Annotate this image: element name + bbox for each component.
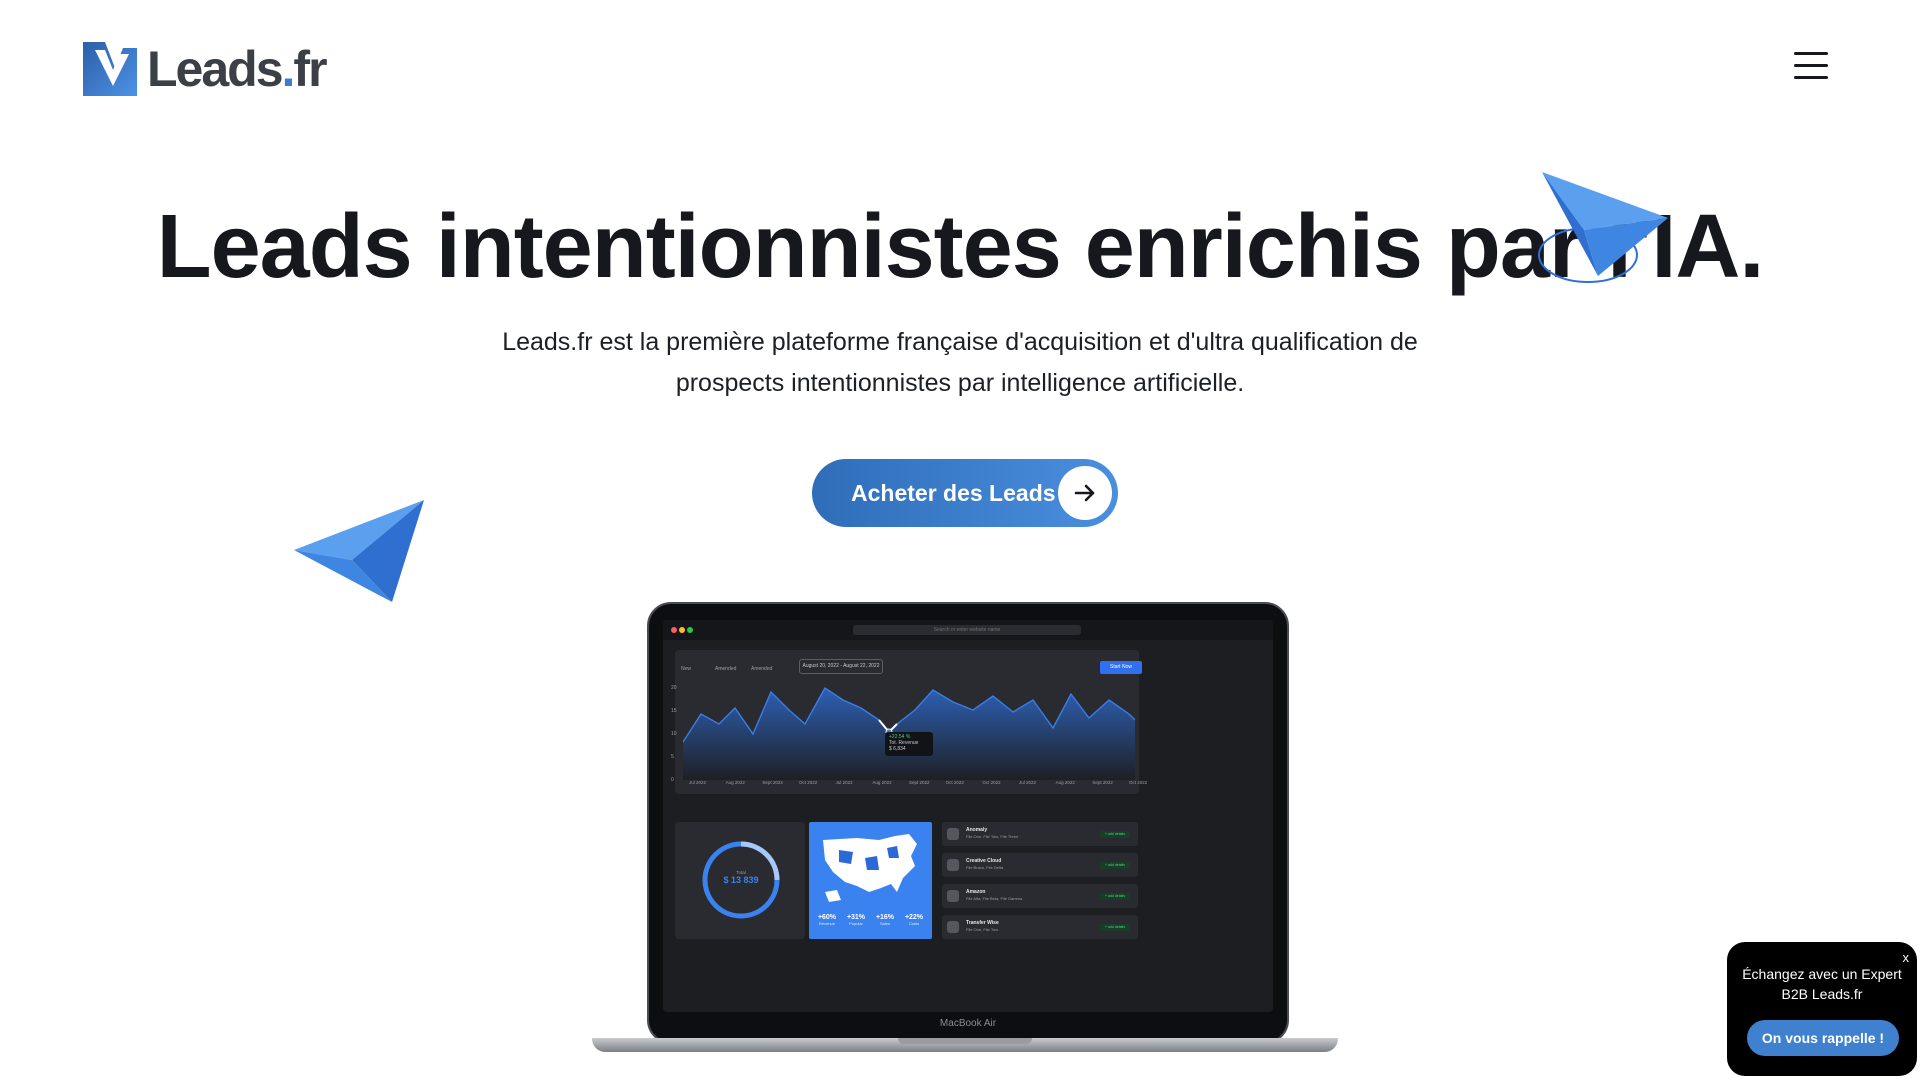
x-tick: Oct 2022 — [799, 780, 818, 785]
y-tick: 10 — [671, 731, 677, 737]
maximize-dot — [687, 627, 693, 633]
y-tick: 0 — [671, 777, 674, 783]
y-tick: 20 — [671, 685, 677, 691]
x-tick: Aug 2022 — [725, 780, 745, 785]
laptop-label: MacBook Air — [939, 1018, 997, 1029]
y-tick: 15 — [671, 708, 677, 714]
chat-widget: x Échangez avec un Expert B2B Leads.fr On… — [1727, 942, 1917, 1076]
x-tick: Aug 2022 — [1055, 780, 1075, 785]
hamburger-menu-icon[interactable] — [1794, 52, 1828, 80]
browser-url-bar: Search or enter website name — [853, 625, 1081, 635]
laptop-notch — [898, 1038, 1032, 1044]
close-icon[interactable]: x — [1903, 950, 1910, 965]
callback-button[interactable]: On vous rappelle ! — [1747, 1020, 1899, 1056]
chat-message: Échangez avec un Expert B2B Leads.fr — [1742, 966, 1902, 1002]
area-chart — [683, 686, 1135, 780]
app-icon — [947, 921, 959, 933]
x-tick: Sept 2022 — [1092, 780, 1113, 785]
buy-leads-button[interactable]: Acheter des Leads — [812, 459, 1118, 527]
x-tick: Jul 2022 — [1019, 780, 1037, 785]
hero-subtitle: Leads.fr est la première plateforme fran… — [502, 328, 1418, 397]
leads-logo-icon — [83, 42, 137, 96]
x-tick: Oct 2022 — [1129, 780, 1148, 785]
stat-revenue: +60% Revenue — [817, 914, 837, 926]
filter-new: New — [681, 666, 692, 672]
list-item: Creative Cloud File Bravo, File Delta + ad… — [942, 853, 1138, 877]
stat-popular: +31% Popular — [846, 914, 866, 926]
filter-amended-2: Amended — [751, 666, 773, 672]
close-dot — [671, 627, 677, 633]
arrow-right-icon — [1058, 466, 1112, 520]
y-tick: 5 — [671, 754, 674, 760]
site-header: Leads.fr — [0, 0, 1920, 130]
app-icon — [947, 859, 959, 871]
x-tick: Sept 2022 — [909, 780, 930, 785]
laptop-mockup: Search or enter website name New Amended… — [592, 602, 1338, 1057]
stat-sales: +16% Sales — [875, 914, 895, 926]
filter-amended: Amended — [715, 666, 737, 672]
app-icon — [947, 890, 959, 902]
logo-text: Leads.fr — [147, 41, 328, 97]
chart-tooltip: +22.54 % Tot. Revenue $ 6,834 — [885, 732, 933, 756]
stat-costs: +22% Costs — [904, 914, 924, 926]
x-tick: Oct 2022 — [945, 780, 964, 785]
x-tick: Sept 2022 — [762, 780, 783, 785]
laptop-screen-bezel: Search or enter website name New Amended… — [647, 602, 1289, 1044]
date-range: August 20, 2022 - August 22, 2022 — [799, 659, 883, 674]
app-icon — [947, 828, 959, 840]
total-panel: Total $ 13 839 — [675, 822, 805, 939]
us-map-panel: +60% Revenue +31% Popular +16% Sales +22% Co… — [809, 822, 932, 939]
browser-toolbar: Search or enter website name — [663, 620, 1273, 640]
dashboard-screen: Search or enter website name New Amended… — [663, 620, 1273, 1012]
paper-plane-icon — [294, 500, 424, 602]
list-item: Amazon File Alfa, File Beta, File Gamma + … — [942, 884, 1138, 908]
list-item: Transfer Wise File One, File Two + add det… — [942, 915, 1138, 939]
logo[interactable]: Leads.fr — [83, 40, 328, 98]
donut-total: Total $ 13 839 — [723, 870, 759, 885]
minimize-dot — [679, 627, 685, 633]
x-tick: Aug 2022 — [872, 780, 892, 785]
us-map-icon — [823, 834, 917, 902]
x-tick: Jul 2022 — [689, 780, 707, 785]
x-tick: Jul 2022 — [835, 780, 853, 785]
x-tick: Oct 2022 — [982, 780, 1001, 785]
list-item: Anomaly File One, File Two, File Three + a… — [942, 822, 1138, 846]
buy-leads-label: Acheter des Leads — [851, 479, 1056, 506]
paper-plane-icon — [1542, 172, 1668, 276]
start-now-button: Start Now — [1100, 661, 1142, 674]
